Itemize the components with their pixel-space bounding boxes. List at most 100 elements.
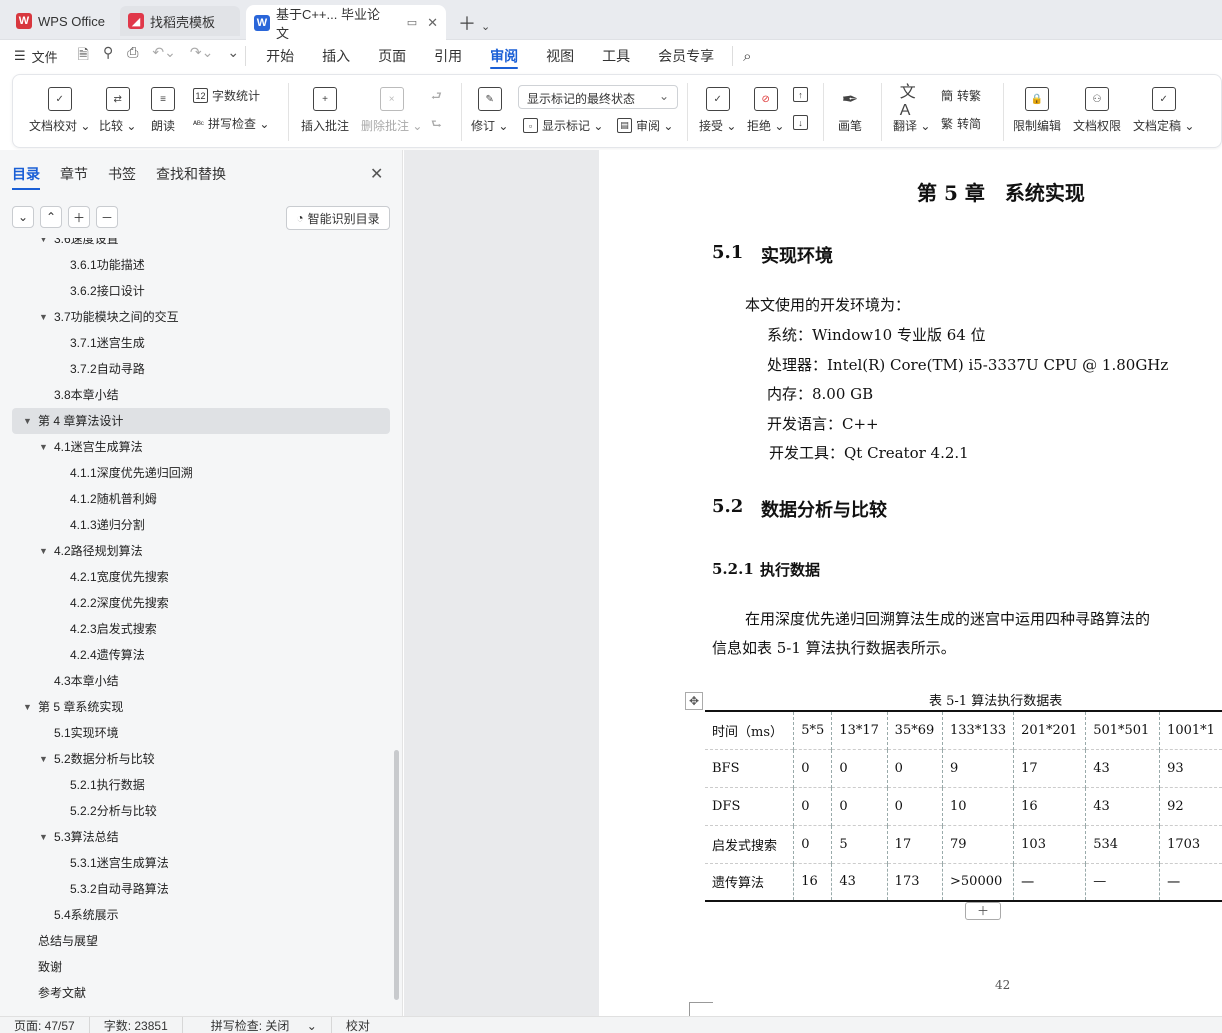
toc-item[interactable]: ▼ 第 4 章算法设计 — [12, 408, 390, 434]
toc-item[interactable]: 5.3.2自动寻路算法 — [0, 876, 390, 902]
toc-item[interactable]: 3.6.1功能描述 — [0, 252, 390, 278]
table-cell[interactable]: 1703 — [1159, 824, 1222, 863]
accept-button[interactable]: ✓ 接受 ⌄ — [699, 87, 736, 134]
table-cell[interactable]: 13*17 — [831, 711, 888, 749]
table-cell[interactable]: BFS — [705, 748, 794, 787]
expand-arrow-icon[interactable]: ▼ — [23, 408, 32, 434]
table-cell[interactable]: 9 — [942, 748, 1014, 787]
table-move-handle-icon[interactable]: ✥ — [685, 692, 703, 710]
print-preview-icon[interactable]: ⎙ — [127, 44, 138, 68]
menu-tools[interactable]: 工具 — [588, 40, 644, 72]
restrict-edit-button[interactable]: 🔒 限制编辑 — [1013, 87, 1061, 134]
save-icon[interactable]: 🗎 — [78, 44, 89, 68]
redo-icon[interactable]: ↷⌄ — [190, 44, 213, 68]
tab-bookmarks[interactable]: 书签 — [108, 164, 136, 184]
toc-item[interactable]: 5.3.1迷宫生成算法 — [0, 850, 390, 876]
table-cell[interactable]: 43 — [1085, 786, 1160, 825]
toc-item[interactable]: ▼ 5.3算法总结 — [0, 824, 390, 850]
translate-button[interactable]: 文A 翻译 ⌄ — [893, 84, 930, 134]
toc-item[interactable]: 4.1.3递归分割 — [0, 512, 390, 538]
table-cell[interactable]: 1001*1 — [1159, 711, 1222, 749]
tab-thesis-document[interactable]: W 基于C++... 毕业论文 ▭ ✕ — [246, 5, 446, 41]
spell-check-button[interactable]: ᴬᴮᶜ 拼写检查 ⌄ — [193, 115, 269, 132]
table-cell[interactable]: 一 — [1159, 862, 1222, 901]
display-state-select[interactable]: 显示标记的最终状态 ⌄ — [518, 85, 678, 109]
restore-window-icon[interactable]: ▭ — [407, 16, 417, 29]
search-icon[interactable]: ⌕ — [743, 48, 751, 65]
table-cell[interactable]: 0 — [886, 786, 943, 825]
word-count-button[interactable]: 12 字数统计 — [193, 87, 260, 104]
toc-item[interactable]: ▼ 4.1迷宫生成算法 — [0, 434, 390, 460]
toc-item[interactable]: 致谢 — [0, 954, 390, 980]
table-cell[interactable]: 0 — [793, 786, 832, 825]
table-cell[interactable]: 43 — [1085, 748, 1160, 787]
next-change-button[interactable]: ↓ — [793, 115, 808, 130]
chevron-down-icon[interactable]: ⌄ — [481, 21, 490, 33]
spell-check-indicator[interactable]: 拼写检查: 关闭 ⌄ — [183, 1016, 332, 1033]
table-cell[interactable]: DFS — [705, 786, 794, 825]
show-markup-button[interactable]: ▫ 显示标记 ⌄ — [523, 117, 603, 134]
review-pane-button[interactable]: ▤ 审阅 ⌄ — [617, 117, 673, 134]
toc-scrollbar[interactable] — [394, 750, 399, 1000]
toc-item[interactable]: 3.7.2自动寻路 — [0, 356, 390, 382]
table-cell[interactable]: 501*501 — [1085, 711, 1160, 749]
toc-item[interactable]: 参考文献 — [0, 980, 390, 1006]
share-icon[interactable]: ⚲ — [103, 44, 113, 68]
reject-button[interactable]: ⊘ 拒绝 ⌄ — [747, 87, 784, 134]
table-cell[interactable]: 0 — [831, 786, 888, 825]
remove-heading-button[interactable]: － — [96, 206, 118, 228]
pen-button[interactable]: ✒ 画笔 — [838, 87, 862, 134]
delete-comment-button[interactable]: × 删除批注 ⌄ — [361, 87, 422, 134]
table-cell[interactable]: >50000 — [942, 862, 1014, 901]
table-cell[interactable]: 遗传算法 — [705, 862, 794, 901]
table-cell[interactable]: 93 — [1159, 748, 1222, 787]
read-aloud-button[interactable]: ≡ 朗读 — [151, 87, 175, 134]
toc-item[interactable]: 4.2.3启发式搜索 — [0, 616, 390, 642]
expand-arrow-icon[interactable]: ▼ — [39, 304, 48, 330]
expand-arrow-icon[interactable]: ▼ — [23, 694, 32, 720]
menu-member[interactable]: 会员专享 — [644, 40, 728, 72]
table-cell[interactable]: — — [1085, 862, 1160, 901]
table-cell[interactable]: 0 — [793, 824, 832, 863]
proofread-indicator[interactable]: 校对 — [332, 1017, 384, 1033]
expand-arrow-icon[interactable]: ▼ — [39, 824, 48, 850]
to-traditional-button[interactable]: 簡 转繁 — [941, 87, 981, 104]
insert-comment-button[interactable]: + 插入批注 — [301, 87, 349, 134]
tab-wps-office[interactable]: W WPS Office — [8, 6, 113, 36]
expand-arrow-icon[interactable]: ▼ — [39, 238, 48, 252]
toc-item[interactable]: ▼ 3.6速度设置 — [0, 238, 390, 252]
expand-level-button[interactable]: ⌃ — [40, 206, 62, 228]
table-cell[interactable]: 0 — [831, 748, 888, 787]
collapse-level-button[interactable]: ⌄ — [12, 206, 34, 228]
smart-toc-button[interactable]: ◔ 智能识别目录 — [286, 206, 390, 230]
table-cell[interactable]: 17 — [1013, 748, 1086, 787]
table-cell[interactable]: 103 — [1013, 824, 1086, 863]
toc-item[interactable]: 5.1实现环境 — [0, 720, 390, 746]
expand-arrow-icon[interactable]: ▼ — [39, 434, 48, 460]
toc-item[interactable]: 4.2.2深度优先搜索 — [0, 590, 390, 616]
expand-arrow-icon[interactable]: ▼ — [39, 746, 48, 772]
toc-item[interactable]: ▼ 第 5 章系统实现 — [0, 694, 390, 720]
toc-item[interactable]: 5.2.1执行数据 — [0, 772, 390, 798]
add-heading-button[interactable]: ＋ — [68, 206, 90, 228]
finalize-button[interactable]: ✓ 文档定稿 ⌄ — [1133, 87, 1194, 134]
word-count-indicator[interactable]: 字数: 23851 — [90, 1016, 183, 1033]
table-cell[interactable]: 133*133 — [942, 711, 1014, 749]
previous-change-button[interactable]: ↑ — [793, 87, 808, 102]
toc-item[interactable]: 4.2.1宽度优先搜索 — [0, 564, 390, 590]
table-cell[interactable]: 一 — [1013, 862, 1086, 901]
table-cell[interactable]: 201*201 — [1013, 711, 1086, 749]
table-cell[interactable]: 173 — [886, 862, 943, 901]
menu-view[interactable]: 视图 — [532, 40, 588, 72]
toc-item[interactable]: 4.2.4遗传算法 — [0, 642, 390, 668]
table-cell[interactable]: 10 — [942, 786, 1014, 825]
track-changes-button[interactable]: ✎ 修订 ⌄ — [471, 87, 508, 134]
table-cell[interactable]: 5 — [831, 824, 888, 863]
table-cell[interactable]: 35*69 — [886, 711, 943, 749]
toc-item[interactable]: 3.6.2接口设计 — [0, 278, 390, 304]
table-cell[interactable]: 534 — [1085, 824, 1160, 863]
table-cell[interactable]: 16 — [793, 862, 832, 901]
table-cell[interactable]: 17 — [886, 824, 943, 863]
previous-comment-button[interactable]: ⮐ — [431, 87, 442, 108]
toc-item[interactable]: 5.2.2分析与比较 — [0, 798, 390, 824]
